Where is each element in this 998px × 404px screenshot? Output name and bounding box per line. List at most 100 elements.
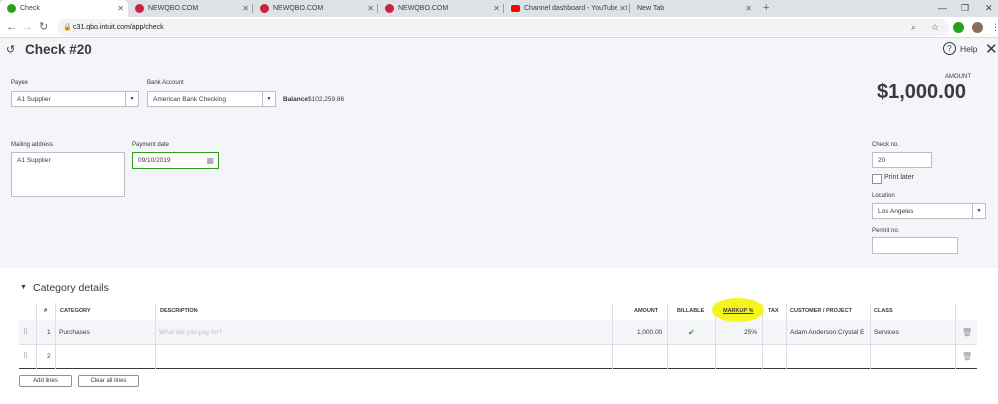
new-tab-icon[interactable]: + <box>763 0 769 17</box>
description-cell[interactable]: What did you pay for? <box>159 329 222 336</box>
billable-check-icon[interactable]: ✔ <box>688 328 695 337</box>
balance-value: $102,259.86 <box>308 96 345 103</box>
bank-account-value: American Bank Checking <box>153 96 226 103</box>
chrome-menu-icon[interactable]: ⋮ <box>991 17 998 38</box>
tab-title: NEWQBO.COM <box>148 5 199 12</box>
check-form: ↺ Check #20 ? Help ✕ Payee A1 Supplier ▼… <box>0 38 998 268</box>
collapse-triangle-icon[interactable]: ▼ <box>20 284 27 291</box>
print-later-label[interactable]: Print later <box>884 174 914 181</box>
payee-label: Payee <box>11 80 29 86</box>
chevron-down-icon[interactable]: ▼ <box>262 92 275 106</box>
tab-newqbo-2[interactable]: NEWQBO.COM ✕ <box>253 0 378 17</box>
clear-all-lines-button[interactable]: Clear all lines <box>78 375 139 387</box>
col-header-billable: BILLABLE <box>677 308 705 314</box>
back-icon[interactable]: ← <box>6 17 17 38</box>
mailing-address-value: A1 Supplier <box>17 157 51 164</box>
help-label[interactable]: Help <box>960 44 977 54</box>
tab-new-tab[interactable]: New Tab ✕ <box>630 0 756 17</box>
trash-icon[interactable]: 🗑 <box>962 352 972 361</box>
calendar-icon[interactable]: ▦ <box>206 153 214 168</box>
quickbooks-icon <box>7 4 16 13</box>
close-form-icon[interactable]: ✕ <box>985 40 998 58</box>
tab-title: NEWQBO.COM <box>273 5 324 12</box>
permit-no-field[interactable] <box>872 237 958 254</box>
restore-icon[interactable]: ❐ <box>961 0 969 17</box>
browser-toolbar: ← → ↻ 🔒 c31.qbo.intuit.com/app/check ⌕ ☆… <box>0 17 998 38</box>
drag-handle-icon[interactable]: ⠿ <box>23 328 28 336</box>
address-bar[interactable]: 🔒 c31.qbo.intuit.com/app/check ⌕ ☆ <box>57 19 949 36</box>
col-header-markup[interactable]: MARKUP % <box>723 303 753 320</box>
col-header-category: CATEGORY <box>60 308 91 314</box>
pinterest-icon <box>385 4 394 13</box>
minimize-icon[interactable]: — <box>938 0 947 17</box>
pinterest-icon <box>135 4 144 13</box>
category-table: # CATEGORY DESCRIPTION AMOUNT BILLABLE M… <box>19 298 977 370</box>
reload-icon[interactable]: ↻ <box>39 17 48 38</box>
close-icon[interactable]: ✕ <box>242 0 249 17</box>
location-value: Los Angeles <box>878 208 914 215</box>
category-cell[interactable]: Purchases <box>59 329 90 336</box>
print-later-checkbox[interactable] <box>872 174 882 184</box>
row-number: 1 <box>47 329 51 336</box>
tab-youtube[interactable]: Channel dashboard - YouTube St ✕ <box>504 0 630 17</box>
profile-avatar[interactable] <box>972 22 983 33</box>
drag-handle-icon[interactable]: ⠿ <box>23 352 28 360</box>
col-header-amount: AMOUNT <box>634 308 659 314</box>
bank-account-select[interactable]: American Bank Checking ▼ <box>147 91 276 107</box>
tab-newqbo-3[interactable]: NEWQBO.COM ✕ <box>378 0 504 17</box>
history-icon[interactable]: ↺ <box>6 43 15 56</box>
add-lines-button[interactable]: Add lines <box>19 375 72 387</box>
location-label: Location <box>872 193 895 199</box>
bank-account-label: Bank Account <box>147 80 184 86</box>
amount-label: AMOUNT <box>945 74 971 80</box>
mailing-address-label: Mailing address <box>11 142 54 148</box>
col-header-num: # <box>44 308 48 314</box>
mailing-address-field[interactable]: A1 Supplier <box>11 152 125 197</box>
close-icon[interactable]: ✕ <box>367 0 374 17</box>
amount-value: $1,000.00 <box>877 81 966 103</box>
close-icon[interactable]: ✕ <box>117 0 124 17</box>
check-no-label: Check no. <box>872 142 900 148</box>
payment-date-field[interactable]: 09/10/2019 ▦ <box>132 152 219 169</box>
col-header-tax: TAX <box>768 308 779 314</box>
permit-no-label: Permit no. <box>872 228 900 234</box>
close-window-icon[interactable]: ✕ <box>985 0 993 17</box>
col-header-customer: CUSTOMER / PROJECT <box>790 308 852 314</box>
tab-check[interactable]: Check ✕ <box>0 0 128 17</box>
close-icon[interactable]: ✕ <box>493 0 500 17</box>
col-header-class: CLASS <box>874 308 893 314</box>
payment-date-label: Payment date <box>132 142 170 148</box>
tab-title: NEWQBO.COM <box>398 5 449 12</box>
chevron-down-icon[interactable]: ▼ <box>972 204 985 218</box>
payment-date-value: 09/10/2019 <box>138 157 171 164</box>
forward-icon[interactable]: → <box>22 17 33 38</box>
tab-newqbo-1[interactable]: NEWQBO.COM ✕ <box>128 0 253 17</box>
section-title: Category details <box>33 282 109 294</box>
balance-label: Balance <box>283 96 308 103</box>
page-title: Check #20 <box>25 42 92 57</box>
help-icon[interactable]: ? <box>943 42 956 55</box>
col-header-description: DESCRIPTION <box>160 308 198 314</box>
chevron-down-icon[interactable]: ▼ <box>125 92 138 106</box>
check-no-value: 20 <box>878 157 886 164</box>
class-cell[interactable]: Services <box>874 329 899 336</box>
row-number: 2 <box>47 353 51 360</box>
url-text: c31.qbo.intuit.com/app/check <box>73 24 164 31</box>
check-no-field[interactable]: 20 <box>872 152 932 168</box>
pinterest-icon <box>260 4 269 13</box>
bookmark-star-icon[interactable]: ☆ <box>931 19 939 36</box>
tab-title: Check <box>20 5 40 12</box>
payee-value: A1 Supplier <box>17 96 51 103</box>
customer-cell[interactable]: Adam Anderson:Crystal E <box>790 329 869 336</box>
close-icon[interactable]: ✕ <box>745 0 752 17</box>
youtube-icon <box>511 5 520 12</box>
close-icon[interactable]: ✕ <box>617 0 626 17</box>
payee-select[interactable]: A1 Supplier ▼ <box>11 91 139 107</box>
location-select[interactable]: Los Angeles ▼ <box>872 203 986 219</box>
zoom-icon[interactable]: ⌕ <box>911 19 916 36</box>
tab-title: New Tab <box>637 5 665 12</box>
trash-icon[interactable]: 🗑 <box>962 328 972 337</box>
markup-cell[interactable]: 25% <box>744 329 757 336</box>
extension-icon[interactable] <box>953 22 964 33</box>
amount-cell[interactable]: 1,000.00 <box>637 329 662 336</box>
